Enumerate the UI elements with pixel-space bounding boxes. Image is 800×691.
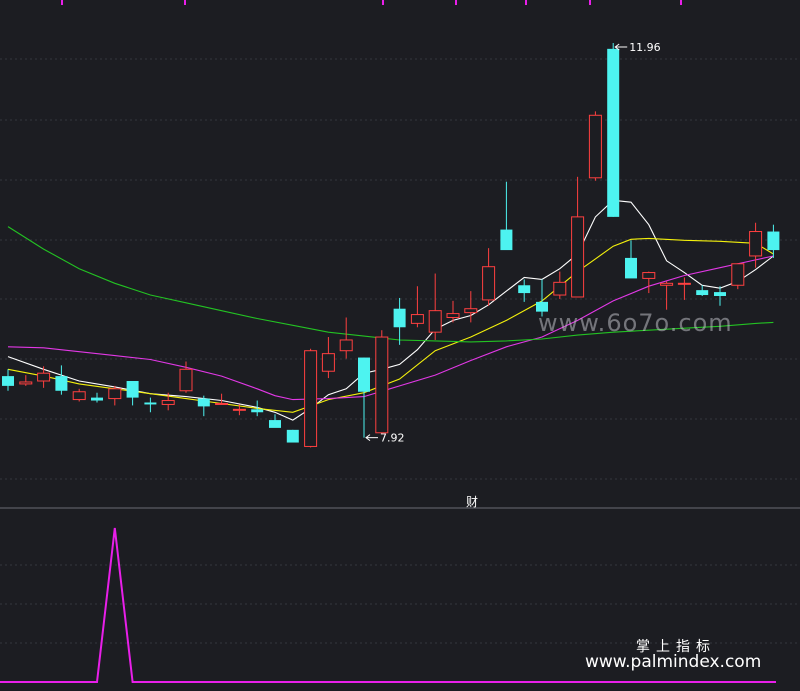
candle bbox=[642, 271, 656, 294]
candle-body bbox=[321, 353, 335, 372]
candle bbox=[126, 381, 139, 406]
candle bbox=[144, 397, 157, 413]
candle bbox=[518, 279, 531, 302]
candle-body bbox=[749, 231, 763, 257]
price-pane: 11.96 7.92 bbox=[2, 41, 780, 448]
candle-body bbox=[2, 376, 14, 386]
candle bbox=[304, 348, 318, 448]
candle bbox=[588, 111, 602, 181]
candle bbox=[269, 414, 281, 428]
grid-lines bbox=[0, 58, 800, 644]
marker-label: 财 bbox=[466, 495, 478, 509]
candle bbox=[55, 365, 68, 395]
candle bbox=[714, 286, 726, 306]
candle bbox=[19, 375, 33, 386]
candle-body bbox=[72, 391, 86, 401]
candle bbox=[321, 337, 335, 379]
top-tick-marks bbox=[61, 0, 682, 5]
candle bbox=[358, 357, 370, 438]
candle bbox=[607, 42, 620, 217]
candle bbox=[393, 297, 406, 345]
watermark-center: www.6o7o.com bbox=[538, 309, 733, 337]
candle bbox=[37, 366, 51, 388]
candle-body bbox=[358, 357, 370, 392]
candle-body bbox=[642, 272, 656, 279]
candle-body bbox=[269, 420, 281, 428]
candle-body bbox=[19, 381, 33, 385]
candle bbox=[339, 317, 353, 359]
candle-body bbox=[660, 282, 674, 286]
stock-chart: 11.96 7.92 财 www.6o7o.com 掌上指标 www.palmin… bbox=[0, 0, 800, 687]
candle-body bbox=[482, 266, 496, 301]
candle bbox=[464, 291, 478, 323]
candle bbox=[375, 330, 389, 434]
candles bbox=[2, 42, 780, 448]
candle-body bbox=[144, 402, 157, 405]
candle-body bbox=[108, 388, 122, 400]
candle-body bbox=[767, 231, 780, 251]
candle-body bbox=[251, 409, 264, 413]
candle-body bbox=[677, 282, 691, 285]
candle-body bbox=[607, 48, 620, 217]
candle bbox=[696, 285, 709, 297]
candle-body bbox=[232, 408, 246, 411]
candle bbox=[767, 224, 780, 258]
candle bbox=[500, 181, 513, 251]
candle-body bbox=[553, 281, 567, 296]
candle-body bbox=[375, 336, 389, 434]
candle bbox=[286, 429, 299, 443]
candle bbox=[108, 385, 122, 406]
candle-body bbox=[339, 339, 353, 352]
candle-body bbox=[588, 114, 602, 179]
candle-body bbox=[55, 376, 68, 391]
annotation-label: 11.96 bbox=[629, 41, 661, 54]
candle-body bbox=[126, 381, 139, 398]
candle bbox=[731, 263, 745, 290]
candle bbox=[410, 286, 424, 328]
candle bbox=[553, 271, 567, 299]
candle-body bbox=[571, 216, 585, 298]
candle-body bbox=[197, 398, 210, 407]
candle-body bbox=[410, 314, 424, 324]
candle-body bbox=[464, 308, 478, 314]
candle bbox=[91, 392, 103, 403]
candle-body bbox=[625, 257, 637, 279]
candle-body bbox=[500, 229, 513, 251]
candle bbox=[660, 281, 674, 310]
candle-body bbox=[215, 402, 229, 405]
candle-body bbox=[731, 263, 745, 286]
candle bbox=[677, 277, 691, 300]
candle-body bbox=[518, 285, 531, 294]
chart-canvas: 11.96 7.92 财 bbox=[0, 0, 800, 683]
candle-body bbox=[37, 372, 51, 382]
candle-body bbox=[696, 290, 709, 296]
watermark-brand-url: www.palmindex.com bbox=[585, 652, 762, 672]
candle bbox=[2, 369, 14, 391]
candle-body bbox=[428, 310, 442, 333]
candle-body bbox=[161, 400, 175, 405]
candle bbox=[625, 240, 637, 279]
candle-body bbox=[446, 313, 460, 319]
candle bbox=[482, 248, 496, 306]
candle-body bbox=[304, 350, 318, 447]
candle-body bbox=[714, 292, 726, 297]
candle-body bbox=[393, 308, 406, 328]
candle bbox=[428, 273, 442, 340]
candle-body bbox=[179, 368, 193, 392]
candle bbox=[72, 388, 86, 402]
candle-body bbox=[91, 397, 103, 401]
candle bbox=[197, 395, 210, 417]
annotation-label: 7.92 bbox=[380, 432, 405, 445]
candle-body bbox=[286, 429, 299, 443]
candle bbox=[571, 176, 585, 298]
